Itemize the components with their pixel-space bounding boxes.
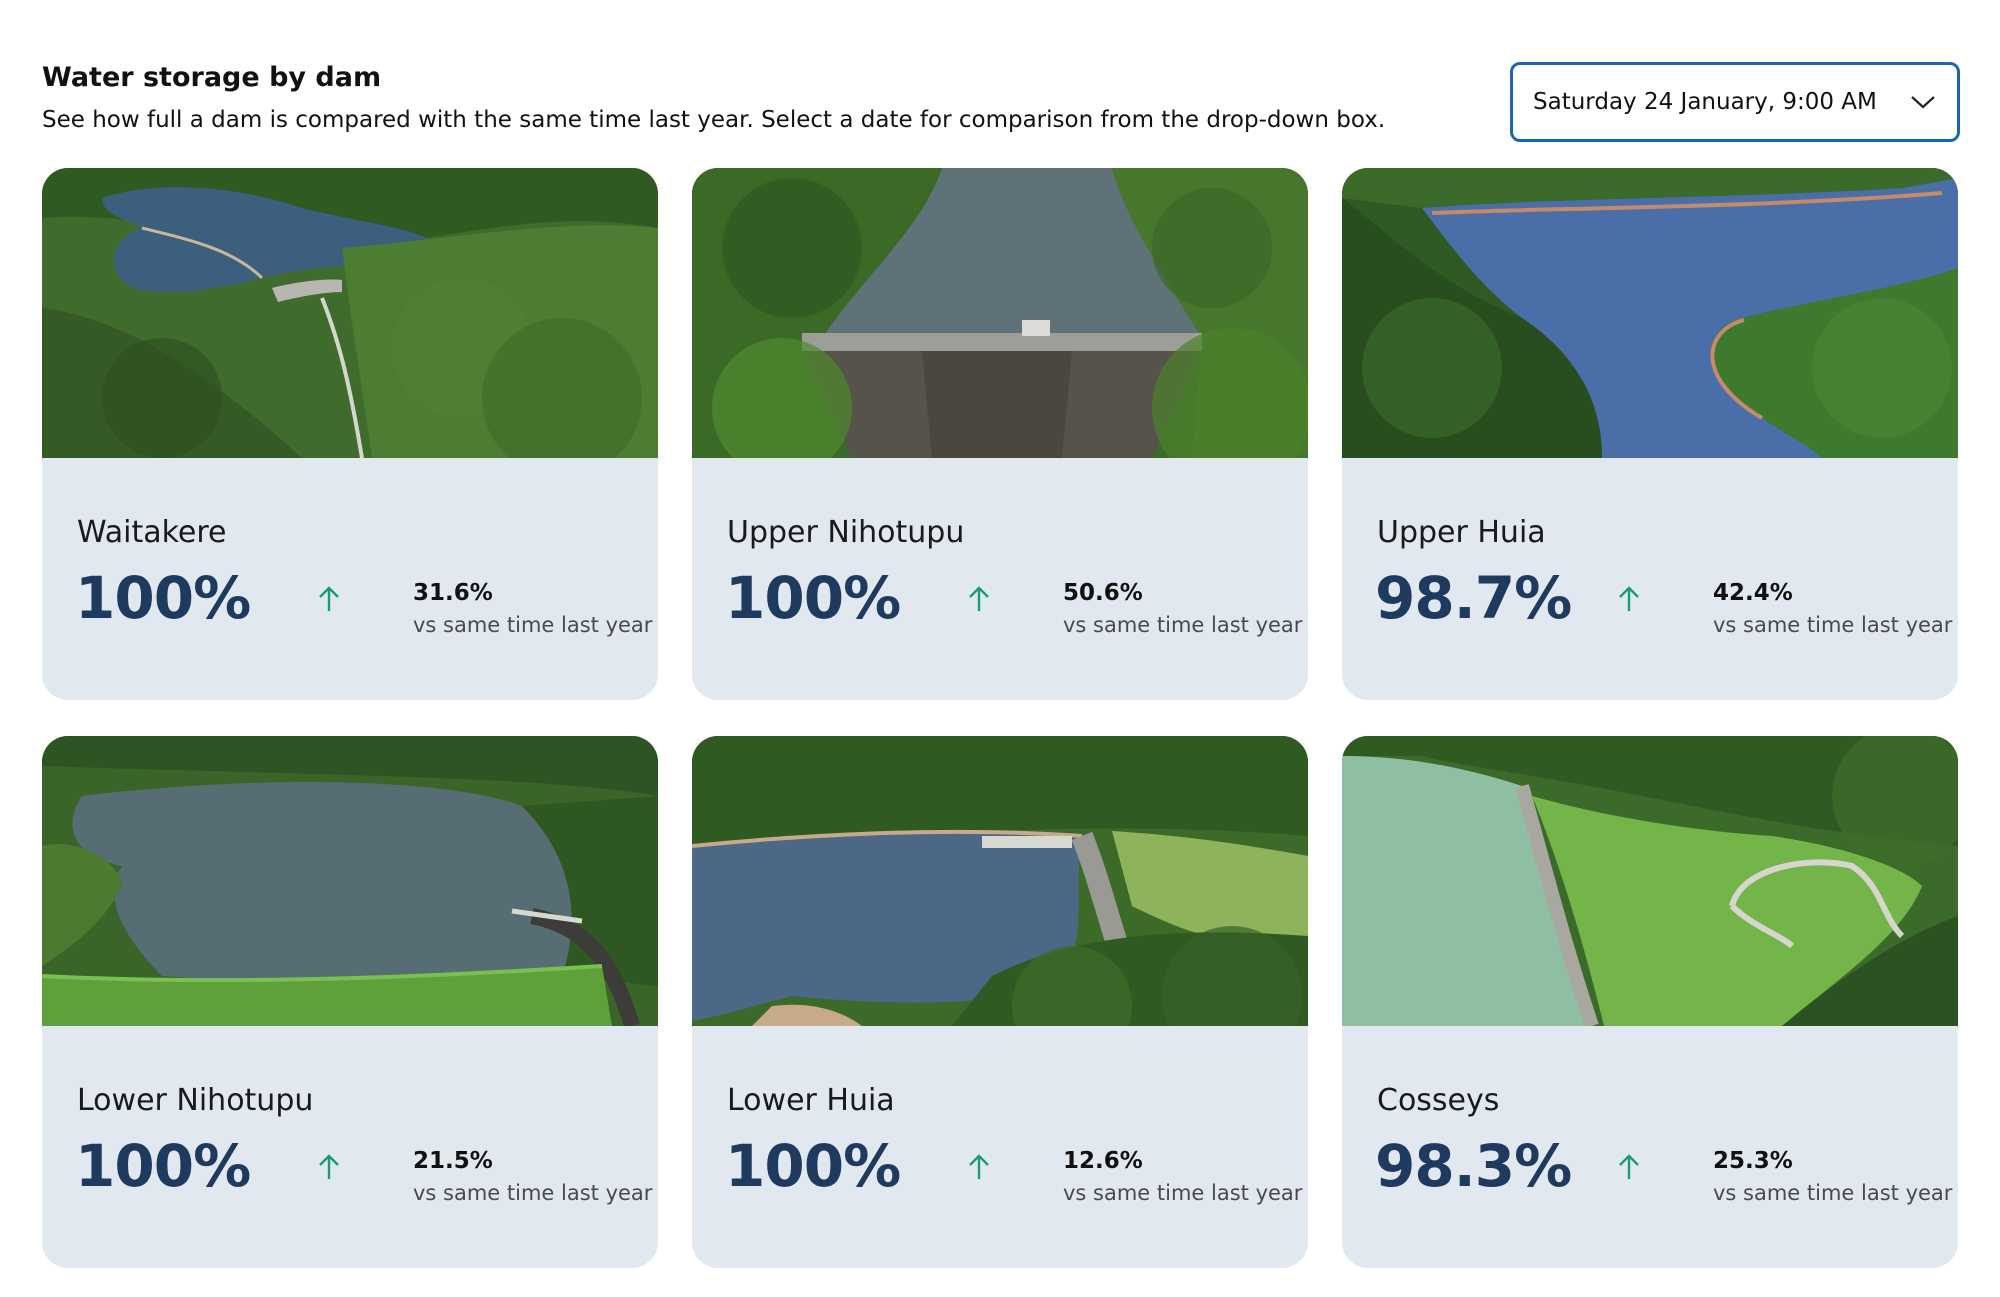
dam-photo (692, 736, 1308, 1026)
dam-name: Upper Huia (1377, 515, 1546, 550)
dam-name: Lower Huia (727, 1083, 895, 1118)
dam-change-value: 42.4% (1713, 580, 1793, 606)
dam-change-label: vs same time last year (1063, 1181, 1303, 1205)
dam-percent-full: 100% (75, 1132, 251, 1200)
dam-change-label: vs same time last year (413, 1181, 653, 1205)
dam-percent-full: 100% (725, 564, 901, 632)
dam-change-label: vs same time last year (1063, 613, 1303, 637)
arrow-up-icon (1614, 1152, 1644, 1182)
arrow-up-icon (314, 584, 344, 614)
dam-name: Upper Nihotupu (727, 515, 965, 550)
dam-card-lower-huia: Lower Huia 100% 12.6% vs same time last … (692, 736, 1308, 1268)
dam-card-lower-nihotupu: Lower Nihotupu 100% 21.5% vs same time l… (42, 736, 658, 1268)
dam-card-cosseys: Cosseys 98.3% 25.3% vs same time last ye… (1342, 736, 1958, 1268)
dam-card-upper-nihotupu: Upper Nihotupu 100% 50.6% vs same time l… (692, 168, 1308, 700)
date-dropdown-value: Saturday 24 January, 9:00 AM (1533, 89, 1877, 115)
dam-change-value: 31.6% (413, 580, 493, 606)
dam-name: Lower Nihotupu (77, 1083, 314, 1118)
dam-photo (42, 736, 658, 1026)
dam-percent-full: 100% (75, 564, 251, 632)
dam-change-value: 25.3% (1713, 1148, 1793, 1174)
dam-change-label: vs same time last year (1713, 613, 1953, 637)
chevron-down-icon (1909, 88, 1937, 116)
arrow-up-icon (314, 1152, 344, 1182)
arrow-up-icon (1614, 584, 1644, 614)
dam-percent-full: 98.7% (1375, 564, 1572, 632)
dam-change-value: 12.6% (1063, 1148, 1143, 1174)
arrow-up-icon (964, 584, 994, 614)
dam-photo (42, 168, 658, 458)
dam-card-upper-huia: Upper Huia 98.7% 42.4% vs same time last… (1342, 168, 1958, 700)
dam-change-label: vs same time last year (1713, 1181, 1953, 1205)
arrow-up-icon (964, 1152, 994, 1182)
dam-change-value: 21.5% (413, 1148, 493, 1174)
dam-photo (1342, 736, 1958, 1026)
dam-percent-full: 98.3% (1375, 1132, 1572, 1200)
page-header: Water storage by dam See how full a dam … (42, 60, 1442, 136)
dam-card-waitakere: Waitakere 100% 31.6% vs same time last y… (42, 168, 658, 700)
dam-photo (692, 168, 1308, 458)
page-title: Water storage by dam (42, 62, 382, 93)
dam-name: Cosseys (1377, 1083, 1500, 1118)
date-dropdown[interactable]: Saturday 24 January, 9:00 AM (1510, 62, 1960, 142)
dam-name: Waitakere (77, 515, 227, 550)
dam-change-value: 50.6% (1063, 580, 1143, 606)
dam-percent-full: 100% (725, 1132, 901, 1200)
dam-photo (1342, 168, 1958, 458)
page-subtitle: See how full a dam is compared with the … (42, 107, 1386, 133)
dam-change-label: vs same time last year (413, 613, 653, 637)
